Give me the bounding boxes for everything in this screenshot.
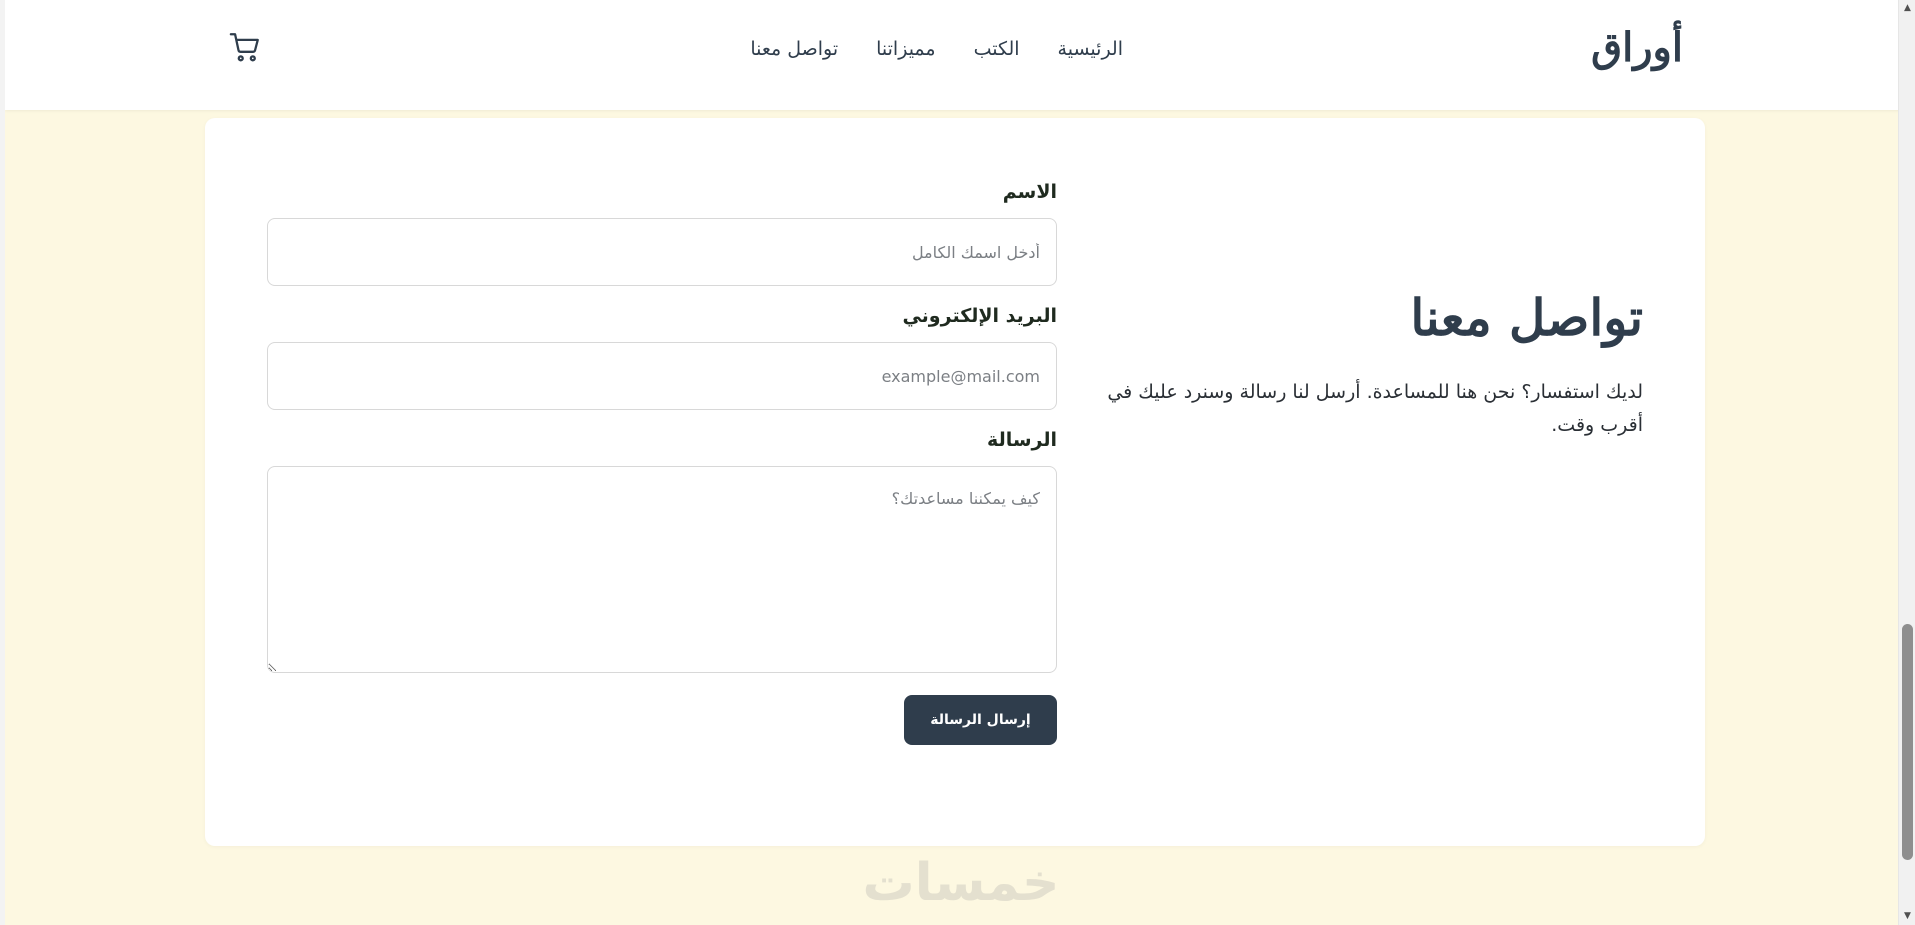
- contact-title: تواصل معنا: [1410, 288, 1643, 347]
- contact-info: تواصل معنا لديك استفسار؟ نحن هنا للمساعد…: [1103, 288, 1643, 443]
- site-logo[interactable]: أوراق: [1591, 24, 1683, 71]
- contact-card: تواصل معنا لديك استفسار؟ نحن هنا للمساعد…: [205, 118, 1705, 846]
- scroll-up-arrow-icon[interactable]: ▲: [1899, 0, 1915, 17]
- nav-links: الرئيسية الكتب مميزاتنا تواصل معنا: [750, 38, 1123, 60]
- nav-link-home[interactable]: الرئيسية: [1058, 38, 1123, 60]
- contact-description: لديك استفسار؟ نحن هنا للمساعدة. أرسل لنا…: [1107, 381, 1643, 437]
- khamsat-watermark-logo: خمسات: [862, 853, 1059, 912]
- nav-item-books: الكتب: [974, 38, 1020, 60]
- message-label: الرسالة: [987, 429, 1057, 451]
- navbar: أوراق الرئيسية الكتب مميزاتنا تواصل معنا: [5, 0, 1898, 110]
- nav-item-features: مميزاتنا: [876, 38, 935, 60]
- cart-icon[interactable]: [228, 30, 262, 64]
- nav-item-home: الرئيسية: [1058, 38, 1123, 60]
- scroll-down-arrow-icon[interactable]: ▼: [1899, 908, 1915, 925]
- name-field-group: الاسم: [267, 180, 1057, 286]
- message-textarea[interactable]: [267, 466, 1057, 673]
- email-input[interactable]: [267, 342, 1057, 410]
- watermark-text: خمسات: [862, 853, 1059, 912]
- email-field-group: البريد الإلكتروني: [267, 304, 1057, 410]
- nav-link-features[interactable]: مميزاتنا: [876, 38, 935, 60]
- name-input[interactable]: [267, 218, 1057, 286]
- page-viewport: أوراق الرئيسية الكتب مميزاتنا تواصل معنا…: [0, 0, 1898, 925]
- vertical-scrollbar[interactable]: ▲ ▼: [1898, 0, 1915, 925]
- message-field-group: الرسالة: [267, 428, 1057, 677]
- nav-link-contact[interactable]: تواصل معنا: [750, 38, 838, 60]
- send-message-button[interactable]: إرسال الرسالة: [904, 695, 1057, 745]
- contact-form: الاسم البريد الإلكتروني الرسالة إرسال ال…: [267, 180, 1057, 755]
- name-label: الاسم: [1002, 181, 1057, 203]
- nav-link-books[interactable]: الكتب: [974, 38, 1020, 60]
- nav-item-contact: تواصل معنا: [750, 38, 838, 60]
- email-label: البريد الإلكتروني: [902, 305, 1057, 327]
- scrollbar-thumb[interactable]: [1902, 624, 1913, 860]
- submit-row: إرسال الرسالة: [267, 695, 1057, 755]
